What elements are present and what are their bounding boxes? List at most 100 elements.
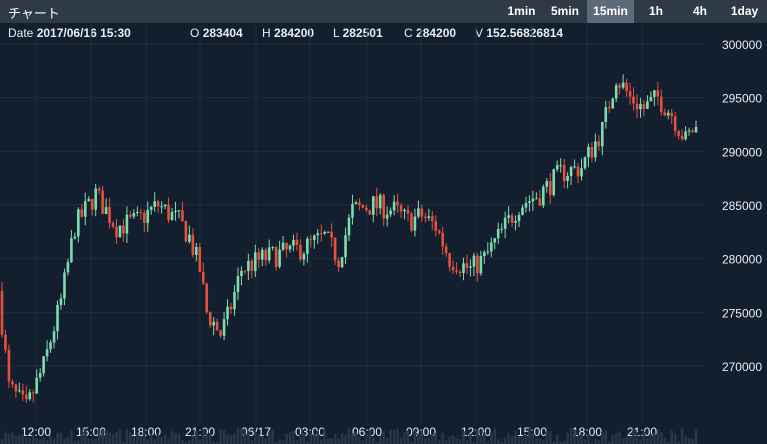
candle-body	[285, 242, 288, 250]
candle-body	[476, 255, 479, 274]
volume-bar	[52, 438, 56, 444]
volume-bar	[548, 431, 552, 444]
volume-bar	[340, 433, 344, 444]
volume-bar	[510, 435, 514, 444]
volume-bar	[28, 437, 32, 444]
candle-body	[410, 213, 413, 231]
candle-body	[104, 207, 108, 215]
volume-bar	[195, 431, 198, 444]
volume-bar	[125, 428, 129, 444]
candle-body	[663, 112, 667, 116]
volume-bar	[18, 434, 21, 444]
volume-bar	[417, 434, 420, 444]
candle-body	[139, 211, 143, 213]
candle-body	[90, 198, 94, 210]
candle-body	[573, 166, 576, 168]
volume-bar	[132, 436, 136, 444]
candle-body	[330, 231, 333, 238]
candle-body	[444, 246, 448, 254]
candle-body	[80, 209, 84, 217]
x-tick-label: 21:00	[627, 425, 657, 439]
volume-bar	[285, 433, 288, 444]
candle-body	[208, 312, 212, 326]
candle-body	[524, 203, 528, 208]
volume-bar	[149, 434, 153, 444]
volume-bar	[11, 432, 14, 444]
volume-bar	[229, 435, 233, 444]
volume-bar	[233, 433, 236, 444]
candle-body	[111, 223, 115, 227]
candle-body	[170, 211, 174, 221]
volume-bar	[455, 437, 458, 444]
candle-body	[319, 233, 323, 235]
volume-bar	[503, 437, 507, 444]
candle-body	[4, 334, 7, 350]
volume-bar	[604, 430, 608, 444]
candle-body	[607, 107, 611, 109]
candle-body	[18, 390, 21, 392]
candle-body	[66, 261, 70, 273]
candle-body	[160, 206, 163, 208]
candle-body	[604, 107, 608, 123]
volume-bar	[469, 433, 472, 444]
volume-bar	[646, 437, 649, 444]
volume-bar	[542, 440, 545, 444]
candle-body	[625, 82, 628, 92]
volume-bar	[618, 431, 621, 444]
candlestick-chart[interactable]: 270000 275000 280000 285000 290000 295000 3000…	[0, 0, 767, 444]
candle-body	[302, 253, 306, 260]
candle-body	[70, 238, 73, 262]
candle-body	[177, 210, 181, 212]
candle-body	[496, 229, 500, 239]
candle-body	[313, 235, 316, 240]
candle-body	[191, 234, 195, 255]
candle-body	[500, 228, 503, 230]
candle-body	[14, 384, 18, 392]
candle-body	[163, 204, 167, 207]
volume-bar	[302, 433, 306, 444]
volume-bar	[670, 430, 674, 444]
candle-body	[694, 126, 698, 133]
volume-bar	[642, 431, 646, 444]
candle-body	[535, 198, 538, 200]
volume-bar	[254, 432, 257, 444]
volume-bar	[406, 430, 410, 444]
volume-bar	[118, 429, 122, 444]
candle-body	[45, 349, 49, 357]
volume-bar	[663, 437, 667, 444]
volume-bar	[576, 436, 580, 444]
candle-body	[299, 244, 302, 260]
candle-body	[201, 271, 205, 284]
volume-bar	[222, 430, 226, 444]
candle-body	[566, 176, 569, 182]
volume-bar	[326, 438, 330, 444]
candle-body	[215, 321, 219, 331]
candle-body	[149, 206, 153, 210]
candle-body	[24, 394, 28, 400]
candle-body	[576, 166, 580, 177]
volume-bar	[87, 438, 91, 444]
candle-body	[632, 96, 635, 104]
candle-body	[87, 198, 91, 202]
volume-bar	[7, 433, 11, 444]
candle-body	[28, 392, 32, 400]
volume-bar	[59, 432, 63, 444]
candle-body	[389, 210, 392, 215]
candle-body	[396, 201, 399, 206]
volume-bar	[21, 433, 25, 444]
volume-bar	[493, 428, 497, 444]
volume-bar	[448, 436, 451, 444]
volume-bar	[687, 437, 691, 444]
volume-bar	[507, 433, 510, 444]
candle-body	[361, 205, 365, 208]
volume-bar	[278, 439, 281, 444]
volume-bar	[684, 436, 687, 444]
candle-body	[430, 216, 434, 222]
volume-bar	[31, 434, 35, 444]
candle-body	[167, 204, 170, 221]
candle-body	[611, 98, 615, 109]
volume-bar	[354, 431, 358, 444]
volume-bar	[465, 440, 469, 444]
candle-body	[83, 201, 87, 217]
volume-bar	[101, 429, 104, 444]
